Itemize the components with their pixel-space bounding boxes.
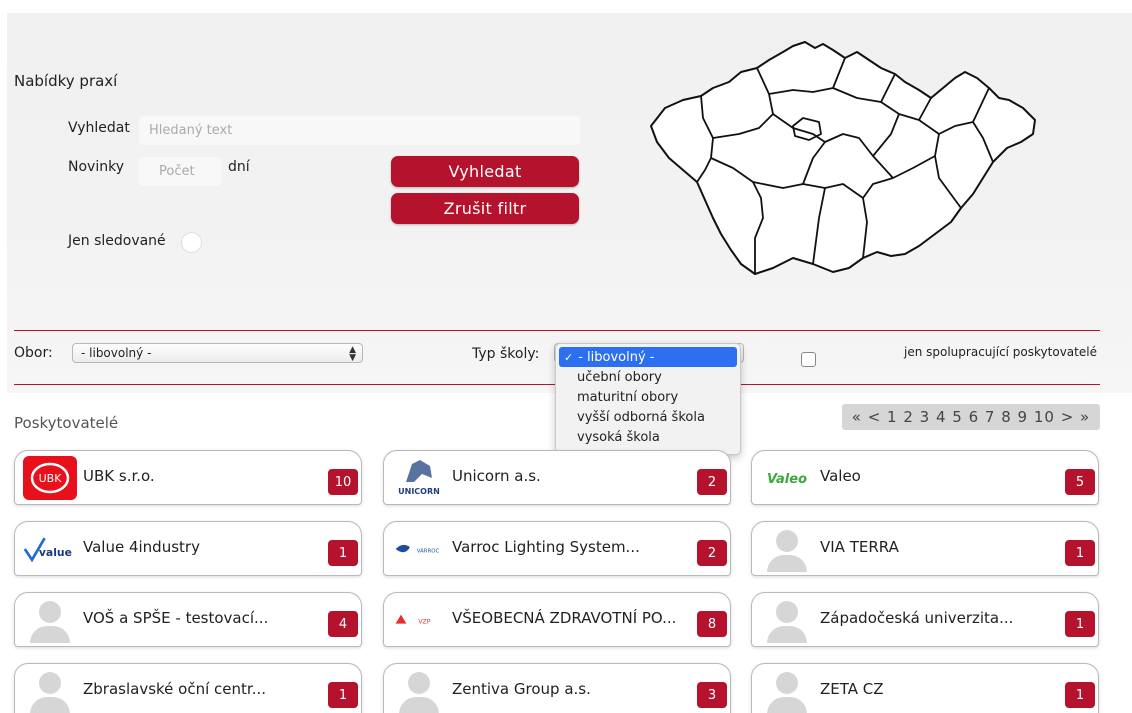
news-label: Novinky (68, 159, 124, 175)
provider-card[interactable]: Valeo Valeo 5 (751, 450, 1099, 505)
provider-name: Varroc Lighting System... (452, 538, 640, 556)
avatar-icon (399, 670, 439, 713)
school-type-option-any[interactable]: ✓ - libovolný - (559, 347, 737, 367)
clear-filter-button[interactable]: Zrušit filtr (391, 193, 579, 224)
school-type-option-higher-vocational[interactable]: vyšší odborná škola (556, 407, 740, 427)
provider-name: Zbraslavské oční centr... (83, 680, 266, 698)
avatar-icon (760, 598, 814, 643)
provider-name: Valeo (820, 467, 861, 485)
checkmark-icon: ✓ (564, 350, 574, 364)
offer-count-badge: 5 (1065, 469, 1095, 495)
search-input[interactable]: Hledaný text (139, 116, 580, 145)
provider-card[interactable]: Západočeská univerzita... 1 (751, 592, 1099, 647)
offer-count-badge: 1 (328, 682, 358, 708)
school-type-option-university[interactable]: vysoká škola (556, 427, 740, 447)
czech-regions-map[interactable] (643, 38, 1043, 278)
svg-text:Valeo: Valeo (767, 472, 807, 487)
provider-name: VIA TERRA (820, 538, 899, 556)
valeo-logo: Valeo (760, 456, 814, 500)
varroc-logo: VARROC (392, 527, 446, 571)
svg-text:VARROC: VARROC (417, 549, 440, 555)
news-unit: dní (228, 159, 250, 175)
offer-count-badge: 3 (697, 682, 727, 708)
avatar-icon (23, 669, 77, 713)
avatar-icon (767, 599, 807, 643)
avatar-icon (767, 670, 807, 713)
filter-divider-top (14, 330, 1100, 331)
provider-card[interactable]: VOŠ a SPŠE - testovací... 4 (14, 592, 362, 647)
offer-count-badge: 1 (1065, 611, 1095, 637)
provider-card[interactable]: Zentiva Group a.s. 3 (383, 663, 731, 713)
offer-count-badge: 8 (697, 611, 727, 637)
provider-name: Unicorn a.s. (452, 467, 541, 485)
value-logo: value (23, 527, 77, 571)
offer-count-badge: 4 (328, 611, 358, 637)
school-type-label: Typ školy: (472, 346, 540, 362)
offer-count-badge: 10 (328, 469, 358, 495)
offer-count-badge: 2 (697, 540, 727, 566)
offer-count-badge: 1 (328, 540, 358, 566)
provider-name: UBK s.r.o. (83, 467, 155, 485)
svg-text:value: value (39, 546, 72, 559)
provider-card[interactable]: value Value 4industry 1 (14, 521, 362, 576)
provider-card[interactable]: ZETA CZ 1 (751, 663, 1099, 713)
watched-only-radio[interactable] (181, 232, 202, 253)
select-arrows-icon: ▲ ▼ (349, 345, 356, 363)
unicorn-logo: UNICORN (392, 456, 446, 500)
provider-card[interactable]: VZP VŠEOBECNÁ ZDRAVOTNÍ PO... 8 (383, 592, 731, 647)
avatar-icon (30, 599, 70, 643)
provider-card[interactable]: UBK UBK s.r.o. 10 (14, 450, 362, 505)
offer-count-badge: 2 (697, 469, 727, 495)
avatar-icon (760, 527, 814, 572)
svg-text:UNICORN: UNICORN (398, 487, 440, 496)
school-type-option-maturita[interactable]: maturitní obory (556, 387, 740, 407)
avatar-icon (23, 598, 77, 643)
avatar-icon (392, 669, 446, 713)
news-days-input[interactable]: Počet (139, 157, 221, 186)
watched-only-label: Jen sledované (68, 233, 166, 249)
ubk-logo: UBK (23, 456, 77, 500)
svg-text:UBK: UBK (39, 472, 63, 485)
provider-card[interactable]: VIA TERRA 1 (751, 521, 1099, 576)
field-filter-label: Obor: (14, 345, 53, 361)
school-type-option-vocational[interactable]: učební obory (556, 367, 740, 387)
field-select-value: - libovolný - (81, 346, 152, 360)
page-title: Nabídky praxí (14, 72, 118, 90)
provider-name: ZETA CZ (820, 680, 884, 698)
field-select[interactable]: - libovolný - ▲ ▼ (72, 343, 363, 363)
vzp-logo: VZP (392, 598, 446, 642)
svg-text:VZP: VZP (418, 619, 431, 626)
offer-count-badge: 1 (1065, 540, 1095, 566)
school-type-dropdown: ✓ - libovolný - učební obory maturitní ob… (555, 343, 741, 455)
provider-name: Value 4industry (83, 538, 200, 556)
cooperating-only-label: jen spolupracující poskytovatelé (904, 345, 1097, 359)
providers-title: Poskytovatelé (14, 414, 119, 432)
provider-name: Zentiva Group a.s. (452, 680, 591, 698)
provider-card[interactable]: Zbraslavské oční centr... 1 (14, 663, 362, 713)
offer-count-badge: 1 (1065, 682, 1095, 708)
provider-name: VŠEOBECNÁ ZDRAVOTNÍ PO... (452, 609, 677, 627)
provider-card[interactable]: VARROC Varroc Lighting System... 2 (383, 521, 731, 576)
avatar-icon (30, 670, 70, 713)
pagination[interactable]: « < 1 2 3 4 5 6 7 8 9 10 > » (842, 404, 1100, 430)
search-label: Vyhledat (68, 120, 130, 136)
provider-name: Západočeská univerzita... (820, 609, 1014, 627)
search-button[interactable]: Vyhledat (391, 156, 579, 187)
avatar-icon (767, 528, 807, 572)
avatar-icon (760, 669, 814, 713)
provider-card[interactable]: UNICORN Unicorn a.s. 2 (383, 450, 731, 505)
provider-name: VOŠ a SPŠE - testovací... (83, 609, 269, 627)
cooperating-only-checkbox[interactable] (801, 352, 816, 367)
